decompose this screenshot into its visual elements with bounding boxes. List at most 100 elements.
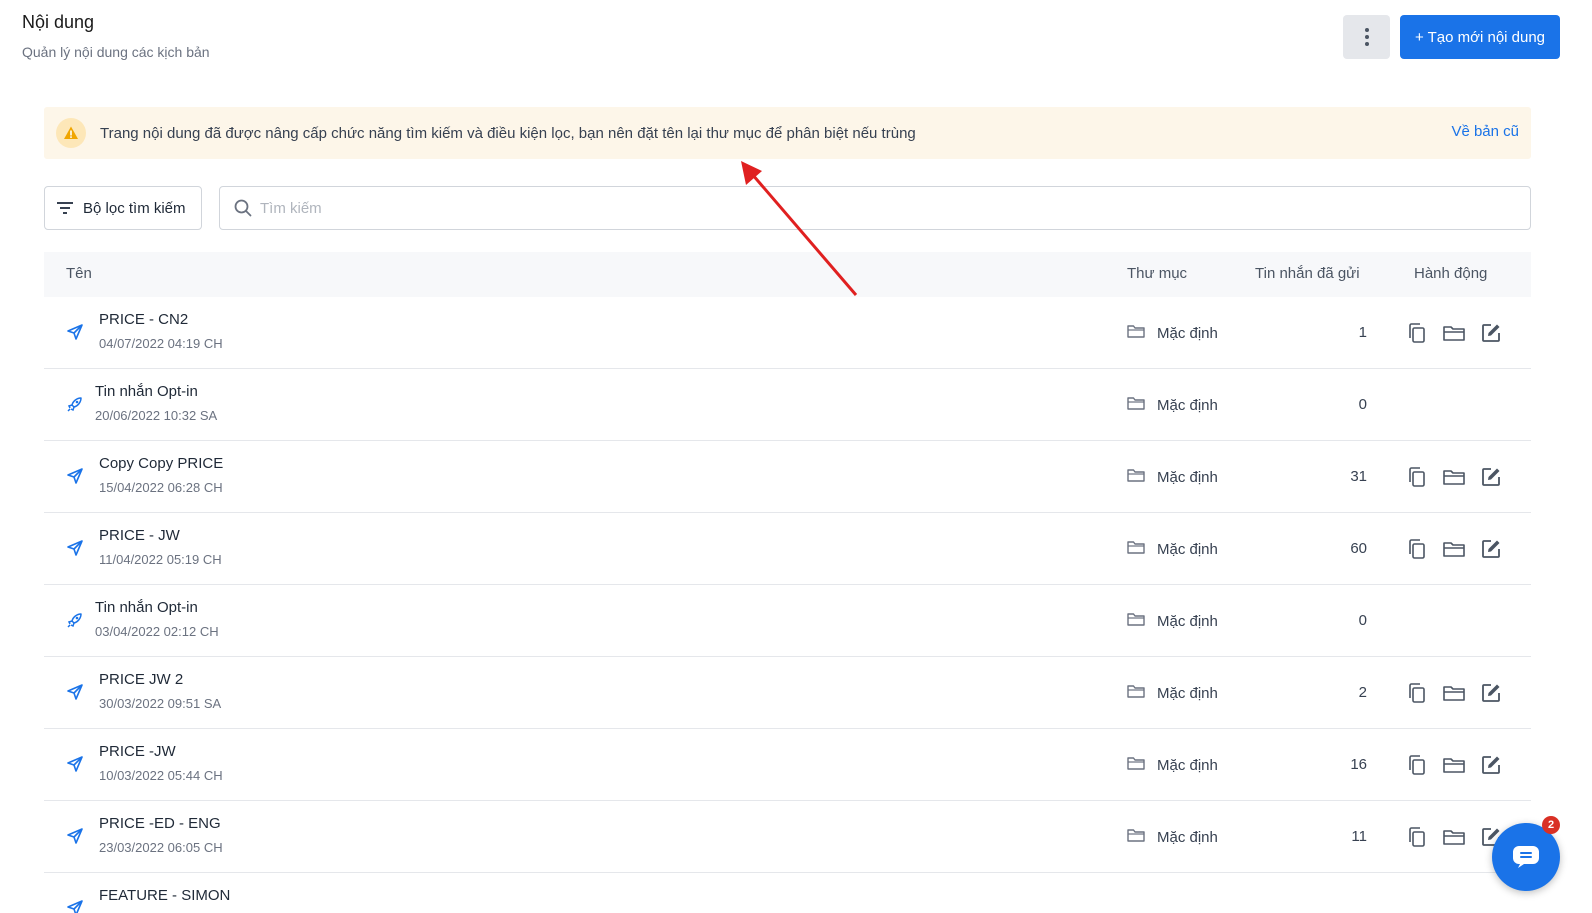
row-name[interactable]: Copy Copy PRICE bbox=[99, 455, 223, 472]
row-folder: Mặc định bbox=[1127, 395, 1218, 416]
page-subtitle: Quản lý nội dung các kịch bản bbox=[22, 44, 210, 60]
more-vertical-icon bbox=[1364, 28, 1369, 46]
move-folder-icon[interactable] bbox=[1443, 826, 1465, 848]
copy-icon[interactable] bbox=[1406, 538, 1428, 560]
row-sent-count: 60 bbox=[1350, 540, 1367, 557]
warning-icon bbox=[56, 118, 86, 148]
search-filter-button[interactable]: Bộ lọc tìm kiếm bbox=[44, 186, 202, 230]
search-input[interactable] bbox=[260, 199, 1460, 217]
row-name[interactable]: PRICE - JW bbox=[99, 527, 180, 544]
send-icon bbox=[66, 683, 86, 703]
back-to-old-version-link[interactable]: Về bản cũ bbox=[1451, 123, 1519, 140]
table-body: PRICE - CN2 04/07/2022 04:19 CH Mặc định 1 T… bbox=[44, 297, 1531, 913]
copy-icon[interactable] bbox=[1406, 754, 1428, 776]
edit-icon[interactable] bbox=[1480, 538, 1502, 560]
row-name[interactable]: PRICE -ED - ENG bbox=[99, 815, 221, 832]
table-row[interactable]: PRICE - CN2 04/07/2022 04:19 CH Mặc định 1 bbox=[44, 297, 1531, 369]
table-row[interactable]: PRICE -ED - ENG 23/03/2022 06:05 CH Mặc đị… bbox=[44, 801, 1531, 873]
column-sent-header: Tin nhắn đã gửi bbox=[1255, 265, 1360, 282]
copy-icon[interactable] bbox=[1406, 826, 1428, 848]
notice-text: Trang nội dung đã được nâng cấp chức năn… bbox=[100, 124, 916, 142]
filter-label: Bộ lọc tìm kiếm bbox=[83, 199, 186, 217]
send-icon bbox=[66, 755, 86, 775]
row-folder: Mặc định bbox=[1127, 323, 1218, 344]
table-row[interactable]: Tin nhắn Opt-in 03/04/2022 02:12 CH Mặc đị… bbox=[44, 585, 1531, 657]
folder-label: Mặc định bbox=[1157, 613, 1218, 630]
folder-icon bbox=[1127, 611, 1145, 632]
move-folder-icon[interactable] bbox=[1443, 538, 1465, 560]
send-icon bbox=[66, 899, 86, 913]
column-name-header: Tên bbox=[66, 265, 92, 282]
edit-icon[interactable] bbox=[1480, 754, 1502, 776]
row-date: 10/03/2022 05:44 CH bbox=[99, 768, 223, 783]
column-actions-header: Hành động bbox=[1414, 265, 1488, 282]
row-folder: Mặc định bbox=[1127, 683, 1218, 704]
edit-icon[interactable] bbox=[1480, 322, 1502, 344]
folder-label: Mặc định bbox=[1157, 469, 1218, 486]
send-icon bbox=[66, 827, 86, 847]
page-title: Nội dung bbox=[22, 12, 95, 32]
folder-icon bbox=[1127, 395, 1145, 416]
send-icon bbox=[66, 323, 86, 343]
more-options-button[interactable] bbox=[1343, 15, 1390, 59]
row-actions bbox=[1406, 826, 1502, 848]
row-sent-count: 31 bbox=[1350, 468, 1367, 485]
row-folder: Mặc định bbox=[1127, 755, 1218, 776]
row-date: 23/03/2022 06:05 CH bbox=[99, 840, 223, 855]
folder-label: Mặc định bbox=[1157, 541, 1218, 558]
row-name[interactable]: Tin nhắn Opt-in bbox=[95, 383, 198, 400]
table-row[interactable]: PRICE JW 2 30/03/2022 09:51 SA Mặc định 2 bbox=[44, 657, 1531, 729]
folder-label: Mặc định bbox=[1157, 757, 1218, 774]
folder-label: Mặc định bbox=[1157, 829, 1218, 846]
row-name[interactable]: PRICE - CN2 bbox=[99, 311, 188, 328]
table-row[interactable]: PRICE -JW 10/03/2022 05:44 CH Mặc định 16 bbox=[44, 729, 1531, 801]
copy-icon[interactable] bbox=[1406, 466, 1428, 488]
content-table: Tên Thư mục Tin nhắn đã gửi Hành động PR… bbox=[44, 252, 1531, 913]
row-sent-count: 0 bbox=[1358, 396, 1367, 413]
row-actions bbox=[1406, 754, 1502, 776]
row-folder: Mặc định bbox=[1127, 467, 1218, 488]
filter-icon bbox=[57, 202, 73, 214]
row-date: 30/03/2022 09:51 SA bbox=[99, 696, 222, 711]
folder-icon bbox=[1127, 755, 1145, 776]
search-box bbox=[219, 186, 1531, 230]
folder-icon bbox=[1127, 323, 1145, 344]
rocket-icon bbox=[66, 611, 86, 631]
row-date: 11/04/2022 05:19 CH bbox=[99, 552, 222, 567]
copy-icon[interactable] bbox=[1406, 682, 1428, 704]
row-name[interactable]: Tin nhắn Opt-in bbox=[95, 599, 198, 616]
table-row[interactable]: Tin nhắn Opt-in 20/06/2022 10:32 SA Mặc đị… bbox=[44, 369, 1531, 441]
row-name[interactable]: PRICE -JW bbox=[99, 743, 176, 760]
folder-label: Mặc định bbox=[1157, 397, 1218, 414]
table-row[interactable]: FEATURE - SIMON bbox=[44, 873, 1531, 913]
chat-notification-badge: 2 bbox=[1542, 816, 1560, 834]
row-sent-count: 2 bbox=[1358, 684, 1367, 701]
create-content-button[interactable]: + Tạo mới nội dung bbox=[1400, 15, 1560, 59]
search-icon bbox=[234, 199, 252, 217]
folder-label: Mặc định bbox=[1157, 685, 1218, 702]
table-row[interactable]: Copy Copy PRICE 15/04/2022 06:28 CH Mặc đị… bbox=[44, 441, 1531, 513]
move-folder-icon[interactable] bbox=[1443, 682, 1465, 704]
page-header: Nội dung Quản lý nội dung các kịch bản bbox=[22, 10, 210, 60]
copy-icon[interactable] bbox=[1406, 322, 1428, 344]
move-folder-icon[interactable] bbox=[1443, 466, 1465, 488]
edit-icon[interactable] bbox=[1480, 682, 1502, 704]
row-date: 15/04/2022 06:28 CH bbox=[99, 480, 223, 495]
row-actions bbox=[1406, 538, 1502, 560]
folder-label: Mặc định bbox=[1157, 325, 1218, 342]
send-icon bbox=[66, 539, 86, 559]
move-folder-icon[interactable] bbox=[1443, 754, 1465, 776]
row-date: 20/06/2022 10:32 SA bbox=[95, 408, 218, 423]
row-actions bbox=[1406, 682, 1502, 704]
folder-icon bbox=[1127, 467, 1145, 488]
row-date: 03/04/2022 02:12 CH bbox=[95, 624, 219, 639]
row-actions bbox=[1406, 322, 1502, 344]
row-name[interactable]: PRICE JW 2 bbox=[99, 671, 183, 688]
table-row[interactable]: PRICE - JW 11/04/2022 05:19 CH Mặc định 60 bbox=[44, 513, 1531, 585]
edit-icon[interactable] bbox=[1480, 466, 1502, 488]
folder-icon bbox=[1127, 827, 1145, 848]
row-date: 04/07/2022 04:19 CH bbox=[99, 336, 223, 351]
move-folder-icon[interactable] bbox=[1443, 322, 1465, 344]
row-name[interactable]: FEATURE - SIMON bbox=[99, 887, 230, 904]
send-icon bbox=[66, 467, 86, 487]
